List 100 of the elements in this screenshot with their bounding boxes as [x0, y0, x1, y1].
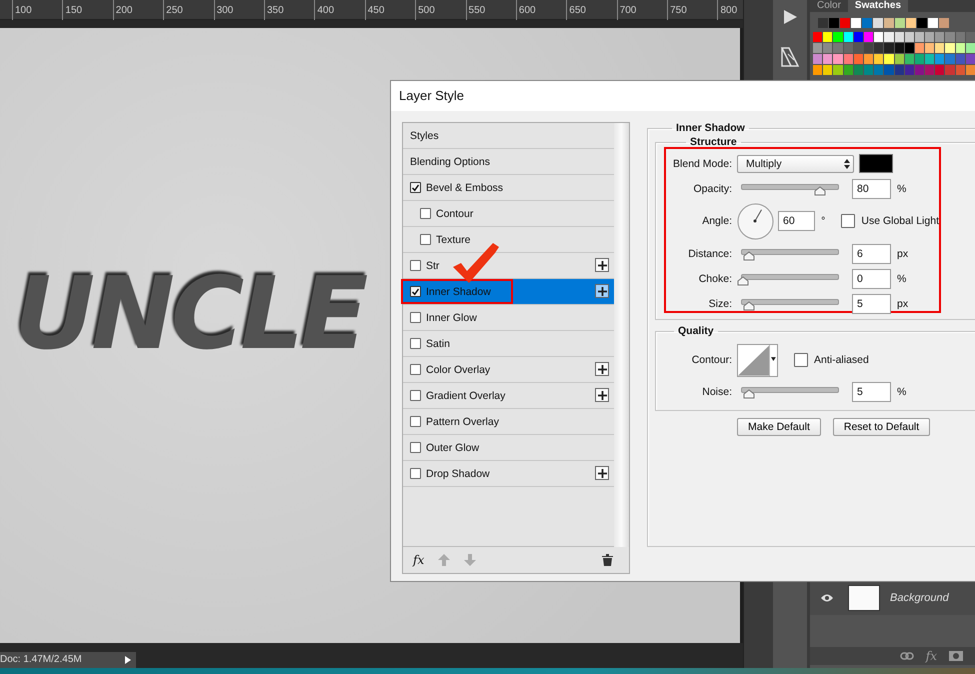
checkbox[interactable] [410, 286, 421, 297]
checkbox[interactable] [410, 468, 421, 479]
style-item[interactable]: Gradient Overlay [403, 383, 614, 409]
style-item[interactable]: Inner Glow [403, 305, 614, 331]
doc-size: Doc: 1.47M/2.45M [0, 653, 82, 667]
play-icon[interactable] [124, 655, 132, 665]
noise-field[interactable]: 5 [852, 382, 891, 402]
choke-field[interactable]: 0 [852, 268, 891, 288]
checkbox[interactable] [420, 208, 431, 219]
style-item[interactable]: Color Overlay [403, 357, 614, 383]
fx-button[interactable]: fx [926, 649, 937, 663]
style-item[interactable]: Pattern Overlay [403, 409, 614, 435]
style-label: Satin [426, 338, 450, 350]
paragraph-style-icon[interactable] [780, 46, 800, 68]
color-swatch[interactable] [859, 154, 893, 173]
opacity-field[interactable]: 80 [852, 178, 891, 198]
style-item[interactable]: Contour [403, 201, 614, 227]
checkbox[interactable] [794, 353, 808, 367]
unit-label: % [897, 272, 906, 284]
unit-label: ° [821, 215, 826, 227]
style-label: Texture [436, 234, 470, 246]
canvas-text: UNCLE [14, 264, 364, 364]
ruler-label: 500 [418, 4, 435, 18]
angle-field[interactable]: 60 [778, 211, 816, 231]
mask-icon[interactable] [949, 651, 963, 661]
checkbox[interactable] [410, 182, 421, 193]
ruler-label: 750 [670, 4, 687, 18]
ruler-label: 550 [468, 4, 486, 18]
unit-label: px [897, 298, 908, 310]
style-label: Blending Options [410, 156, 490, 168]
field-label: Noise: [701, 386, 732, 398]
angle-dial[interactable] [737, 202, 774, 240]
add-effect-button[interactable] [595, 258, 609, 272]
style-label: Bevel & Emboss [426, 182, 504, 194]
field-label: Opacity: [692, 182, 732, 194]
checkbox[interactable] [410, 260, 421, 271]
checkbox[interactable] [410, 338, 421, 349]
add-effect-button[interactable] [595, 388, 609, 402]
unit-label: px [897, 248, 908, 260]
unit-label: % [897, 182, 906, 194]
trash-icon[interactable] [602, 554, 613, 566]
checkbox[interactable] [841, 214, 856, 228]
section-title: Inner Shadow [675, 122, 746, 134]
panel-tab[interactable]: Swatches [848, 0, 908, 12]
section-title: Structure [689, 136, 738, 148]
section-title: Quality [677, 325, 715, 337]
style-label: Contour [436, 208, 474, 220]
add-effect-button[interactable] [595, 284, 609, 298]
ruler-label: 150 [65, 4, 82, 18]
style-label: Inner Glow [426, 312, 477, 324]
checkbox-label: Anti-aliased [814, 354, 869, 366]
style-label: Gradient Overlay [426, 390, 506, 402]
link-icon[interactable] [900, 652, 914, 660]
style-label: Drop Shadow [426, 468, 490, 480]
style-label: Inner Shadow [426, 286, 491, 298]
style-item[interactable]: Drop Shadow [403, 461, 614, 487]
eye-icon[interactable] [820, 593, 834, 603]
add-effect-button[interactable] [595, 466, 609, 480]
checkbox[interactable] [410, 416, 421, 427]
style-label: Pattern Overlay [426, 416, 499, 428]
ruler-label: 600 [518, 4, 536, 18]
play-icon[interactable] [781, 8, 799, 26]
ruler-label: 100 [15, 4, 32, 18]
style-label: Str [426, 260, 440, 272]
ruler-label: 800 [720, 4, 738, 18]
checkbox-label: Use Global Light [861, 215, 939, 227]
layer-name: Background [890, 592, 949, 604]
size-field[interactable]: 5 [852, 294, 891, 314]
ruler-label: 450 [368, 4, 384, 18]
checkbox[interactable] [420, 234, 431, 245]
distance-field[interactable]: 6 [852, 244, 891, 264]
updown-arrows-icon [844, 158, 850, 168]
field-label: Size: [708, 298, 732, 310]
field-label: Distance: [687, 248, 732, 260]
ruler-label: 700 [620, 4, 636, 18]
field-label: Blend Mode: [672, 158, 732, 170]
panel-tab[interactable]: Color [810, 0, 848, 12]
style-label: Color Overlay [426, 364, 490, 376]
checkbox[interactable] [410, 364, 421, 375]
style-item[interactable]: Outer Glow [403, 435, 614, 461]
scrollbar[interactable] [614, 123, 629, 547]
layer-thumbnail [848, 585, 880, 611]
style-item[interactable]: Inner Shadow [403, 279, 614, 305]
layer-row[interactable]: Background [810, 581, 975, 615]
checkbox[interactable] [410, 312, 421, 323]
checkbox[interactable] [410, 390, 421, 401]
field-label: Choke: [698, 272, 732, 284]
dialog-button[interactable]: Make Default [737, 418, 821, 436]
field-label: Angle: [701, 215, 732, 227]
ruler-label: 650 [569, 4, 586, 18]
style-item[interactable]: Bevel & Emboss [403, 175, 614, 201]
field-label: Contour: [690, 354, 732, 366]
dialog-button[interactable]: Reset to Default [832, 418, 930, 436]
add-effect-button[interactable] [595, 362, 609, 376]
ruler-label: 250 [166, 4, 183, 18]
caret-icon[interactable] [769, 344, 777, 376]
blend-mode-dropdown[interactable]: Multiply [737, 154, 854, 172]
checkbox[interactable] [410, 442, 421, 453]
style-item[interactable]: Satin [403, 331, 614, 357]
fx-button[interactable]: fx [413, 553, 424, 567]
